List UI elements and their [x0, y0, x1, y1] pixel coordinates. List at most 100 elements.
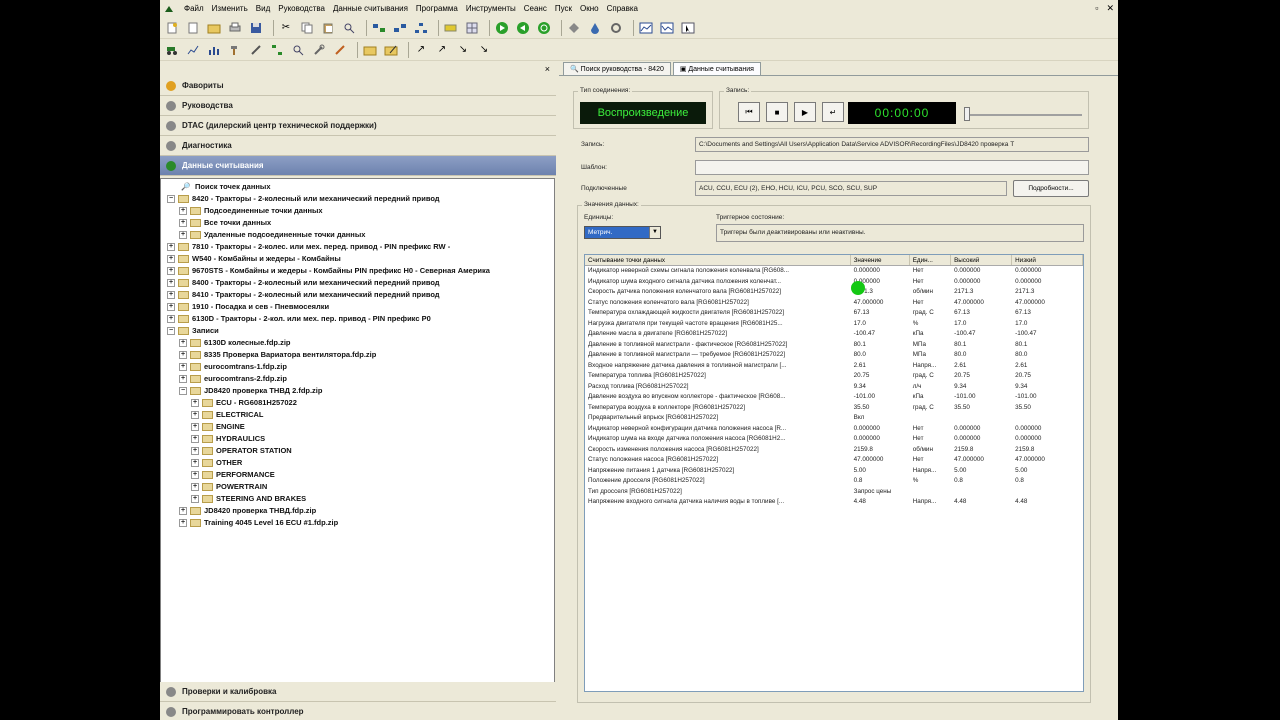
folder-icon[interactable]	[362, 42, 378, 58]
menu-edit[interactable]: Изменить	[212, 4, 248, 13]
table-row[interactable]: Напряжение питания 1 датчика [RG6081H257…	[585, 466, 1083, 477]
wrench-icon[interactable]	[311, 42, 327, 58]
new-icon[interactable]	[164, 20, 180, 36]
accordion-section[interactable]: Фавориты	[160, 76, 556, 96]
accordion-section[interactable]: Руководства	[160, 96, 556, 116]
collapse-icon[interactable]: −	[167, 327, 175, 335]
cut-icon[interactable]: ✂	[278, 20, 294, 36]
drop-icon[interactable]	[587, 20, 603, 36]
menu-program[interactable]: Программа	[416, 4, 458, 13]
expand-icon[interactable]: +	[191, 399, 199, 407]
tree-item[interactable]: + OTHER	[161, 457, 554, 469]
table-row[interactable]: Напряжение входного сигнала датчика нали…	[585, 497, 1083, 508]
tree-item[interactable]: 🔎 Поиск точек данных	[161, 181, 554, 193]
expand-icon[interactable]: +	[191, 447, 199, 455]
menu-session[interactable]: Сеанс	[524, 4, 547, 13]
gear-icon[interactable]	[608, 20, 624, 36]
chevron-down-icon[interactable]: ▼	[649, 227, 660, 238]
expand-icon[interactable]: +	[191, 471, 199, 479]
menu-readings[interactable]: Данные считывания	[333, 4, 408, 13]
expand-icon[interactable]: +	[179, 219, 187, 227]
menu-start[interactable]: Пуск	[555, 4, 572, 13]
expand-icon[interactable]: +	[167, 291, 175, 299]
arrow-down-right-icon[interactable]: ↘	[455, 42, 471, 58]
graph-icon[interactable]	[185, 42, 201, 58]
table-row[interactable]: Тип дросселя [RG6081H257022] Запрос цены	[585, 487, 1083, 498]
connected-controllers-field[interactable]: ACU, CCU, ECU (2), EHO, HCU, ICU, PCU, S…	[695, 181, 1007, 196]
tractor-icon[interactable]	[164, 42, 180, 58]
hammer-icon[interactable]	[227, 42, 243, 58]
tree-item[interactable]: + eurocomtrans-2.fdp.zip	[161, 373, 554, 385]
network-icon[interactable]	[392, 20, 408, 36]
readings-window-icon[interactable]	[659, 20, 675, 36]
tree-item[interactable]: + ELECTRICAL	[161, 409, 554, 421]
table-row[interactable]: Давление воздуха во впускном коллекторе …	[585, 392, 1083, 403]
menu-help[interactable]: Справка	[607, 4, 638, 13]
go-icon[interactable]	[494, 20, 510, 36]
tab-readings[interactable]: ▣ Данные считывания	[672, 62, 761, 75]
restore-icon[interactable]: ▫	[1095, 3, 1098, 14]
tree-item[interactable]: + ECU - RG6081H257022	[161, 397, 554, 409]
accordion-section[interactable]: Программировать контроллер	[160, 702, 556, 720]
arrow-up-right-icon[interactable]: ↗	[434, 42, 450, 58]
tree-item[interactable]: + Подсоединенные точки данных	[161, 205, 554, 217]
menu-manuals[interactable]: Руководства	[278, 4, 325, 13]
tree-item[interactable]: +9670STS - Комбайны и жедеры - Комбайны …	[161, 265, 554, 277]
expand-icon[interactable]: +	[179, 375, 187, 383]
open-folder-icon[interactable]	[206, 20, 222, 36]
grid-icon[interactable]	[464, 20, 480, 36]
table-row[interactable]: Входное напряжение датчика давления в то…	[585, 361, 1083, 372]
expand-icon[interactable]: +	[191, 435, 199, 443]
expand-icon[interactable]: +	[167, 267, 175, 275]
tree-item[interactable]: + HYDRAULICS	[161, 433, 554, 445]
paste-icon[interactable]	[320, 20, 336, 36]
help-pointer-icon[interactable]	[680, 20, 696, 36]
collapse-icon[interactable]: −	[179, 387, 187, 395]
table-row[interactable]: Давление в топливной магистрали - фактич…	[585, 340, 1083, 351]
table-row[interactable]: Температура охлаждающей жидкости двигате…	[585, 308, 1083, 319]
column-header-units[interactable]: Един...	[910, 255, 952, 265]
menu-tools[interactable]: Инструменты	[466, 4, 516, 13]
tree-item[interactable]: + Все точки данных	[161, 217, 554, 229]
table-row[interactable]: Индикатор неверной конфигурации датчика …	[585, 424, 1083, 435]
expand-icon[interactable]: +	[191, 495, 199, 503]
arrow-up-right-icon[interactable]: ↗	[413, 42, 429, 58]
stop-button[interactable]: ■	[766, 102, 788, 122]
accordion-section[interactable]: Данные считывания	[160, 156, 556, 176]
tree-item[interactable]: − Записи	[161, 325, 554, 337]
table-row[interactable]: Статус положения коленчатого вала [RG608…	[585, 298, 1083, 309]
tree-item[interactable]: +8400 - Тракторы - 2-колесный или механи…	[161, 277, 554, 289]
tree-item[interactable]: + OPERATOR STATION	[161, 445, 554, 457]
connect-icon[interactable]	[371, 20, 387, 36]
hierarchy-icon[interactable]	[269, 42, 285, 58]
table-row[interactable]: Давление масла в двигателе [RG6081H25702…	[585, 329, 1083, 340]
tab-manual-search[interactable]: 🔍 Поиск руководства - 8420	[563, 62, 671, 75]
expand-icon[interactable]: +	[179, 339, 187, 347]
table-row[interactable]: Статус положения насоса [RG6081H257022] 4…	[585, 455, 1083, 466]
tools-icon[interactable]	[248, 42, 264, 58]
magnifier-icon[interactable]	[290, 42, 306, 58]
bar-graph-icon[interactable]	[206, 42, 222, 58]
play-button[interactable]: ▶	[794, 102, 816, 122]
expand-icon[interactable]: +	[191, 423, 199, 431]
tree-item[interactable]: − JD8420 проверка ТНВД 2.fdp.zip	[161, 385, 554, 397]
record-path-field[interactable]: C:\Documents and Settings\All Users\Appl…	[695, 137, 1089, 152]
details-button[interactable]: Подробности...	[1013, 180, 1089, 197]
expand-icon[interactable]: +	[191, 411, 199, 419]
expand-icon[interactable]: +	[179, 231, 187, 239]
tree-item[interactable]: + Удаленные подсоединенные точки данных	[161, 229, 554, 241]
expand-icon[interactable]: +	[167, 255, 175, 263]
tree-item[interactable]: + PERFORMANCE	[161, 469, 554, 481]
tree-item[interactable]: +8410 - Тракторы - 2-колесный или механи…	[161, 289, 554, 301]
table-row[interactable]: Индикатор шума на входе датчика положени…	[585, 434, 1083, 445]
expand-icon[interactable]: +	[191, 459, 199, 467]
expand-icon[interactable]: +	[179, 519, 187, 527]
expand-icon[interactable]: +	[179, 207, 187, 215]
expand-icon[interactable]: +	[167, 315, 175, 323]
table-row[interactable]: Индикатор шума входного сигнала датчика …	[585, 277, 1083, 288]
print-icon[interactable]	[227, 20, 243, 36]
screwdriver-icon[interactable]	[332, 42, 348, 58]
table-row[interactable]: Температура топлива [RG6081H257022] 20.75…	[585, 371, 1083, 382]
expand-icon[interactable]: +	[167, 279, 175, 287]
chart-window-icon[interactable]	[638, 20, 654, 36]
